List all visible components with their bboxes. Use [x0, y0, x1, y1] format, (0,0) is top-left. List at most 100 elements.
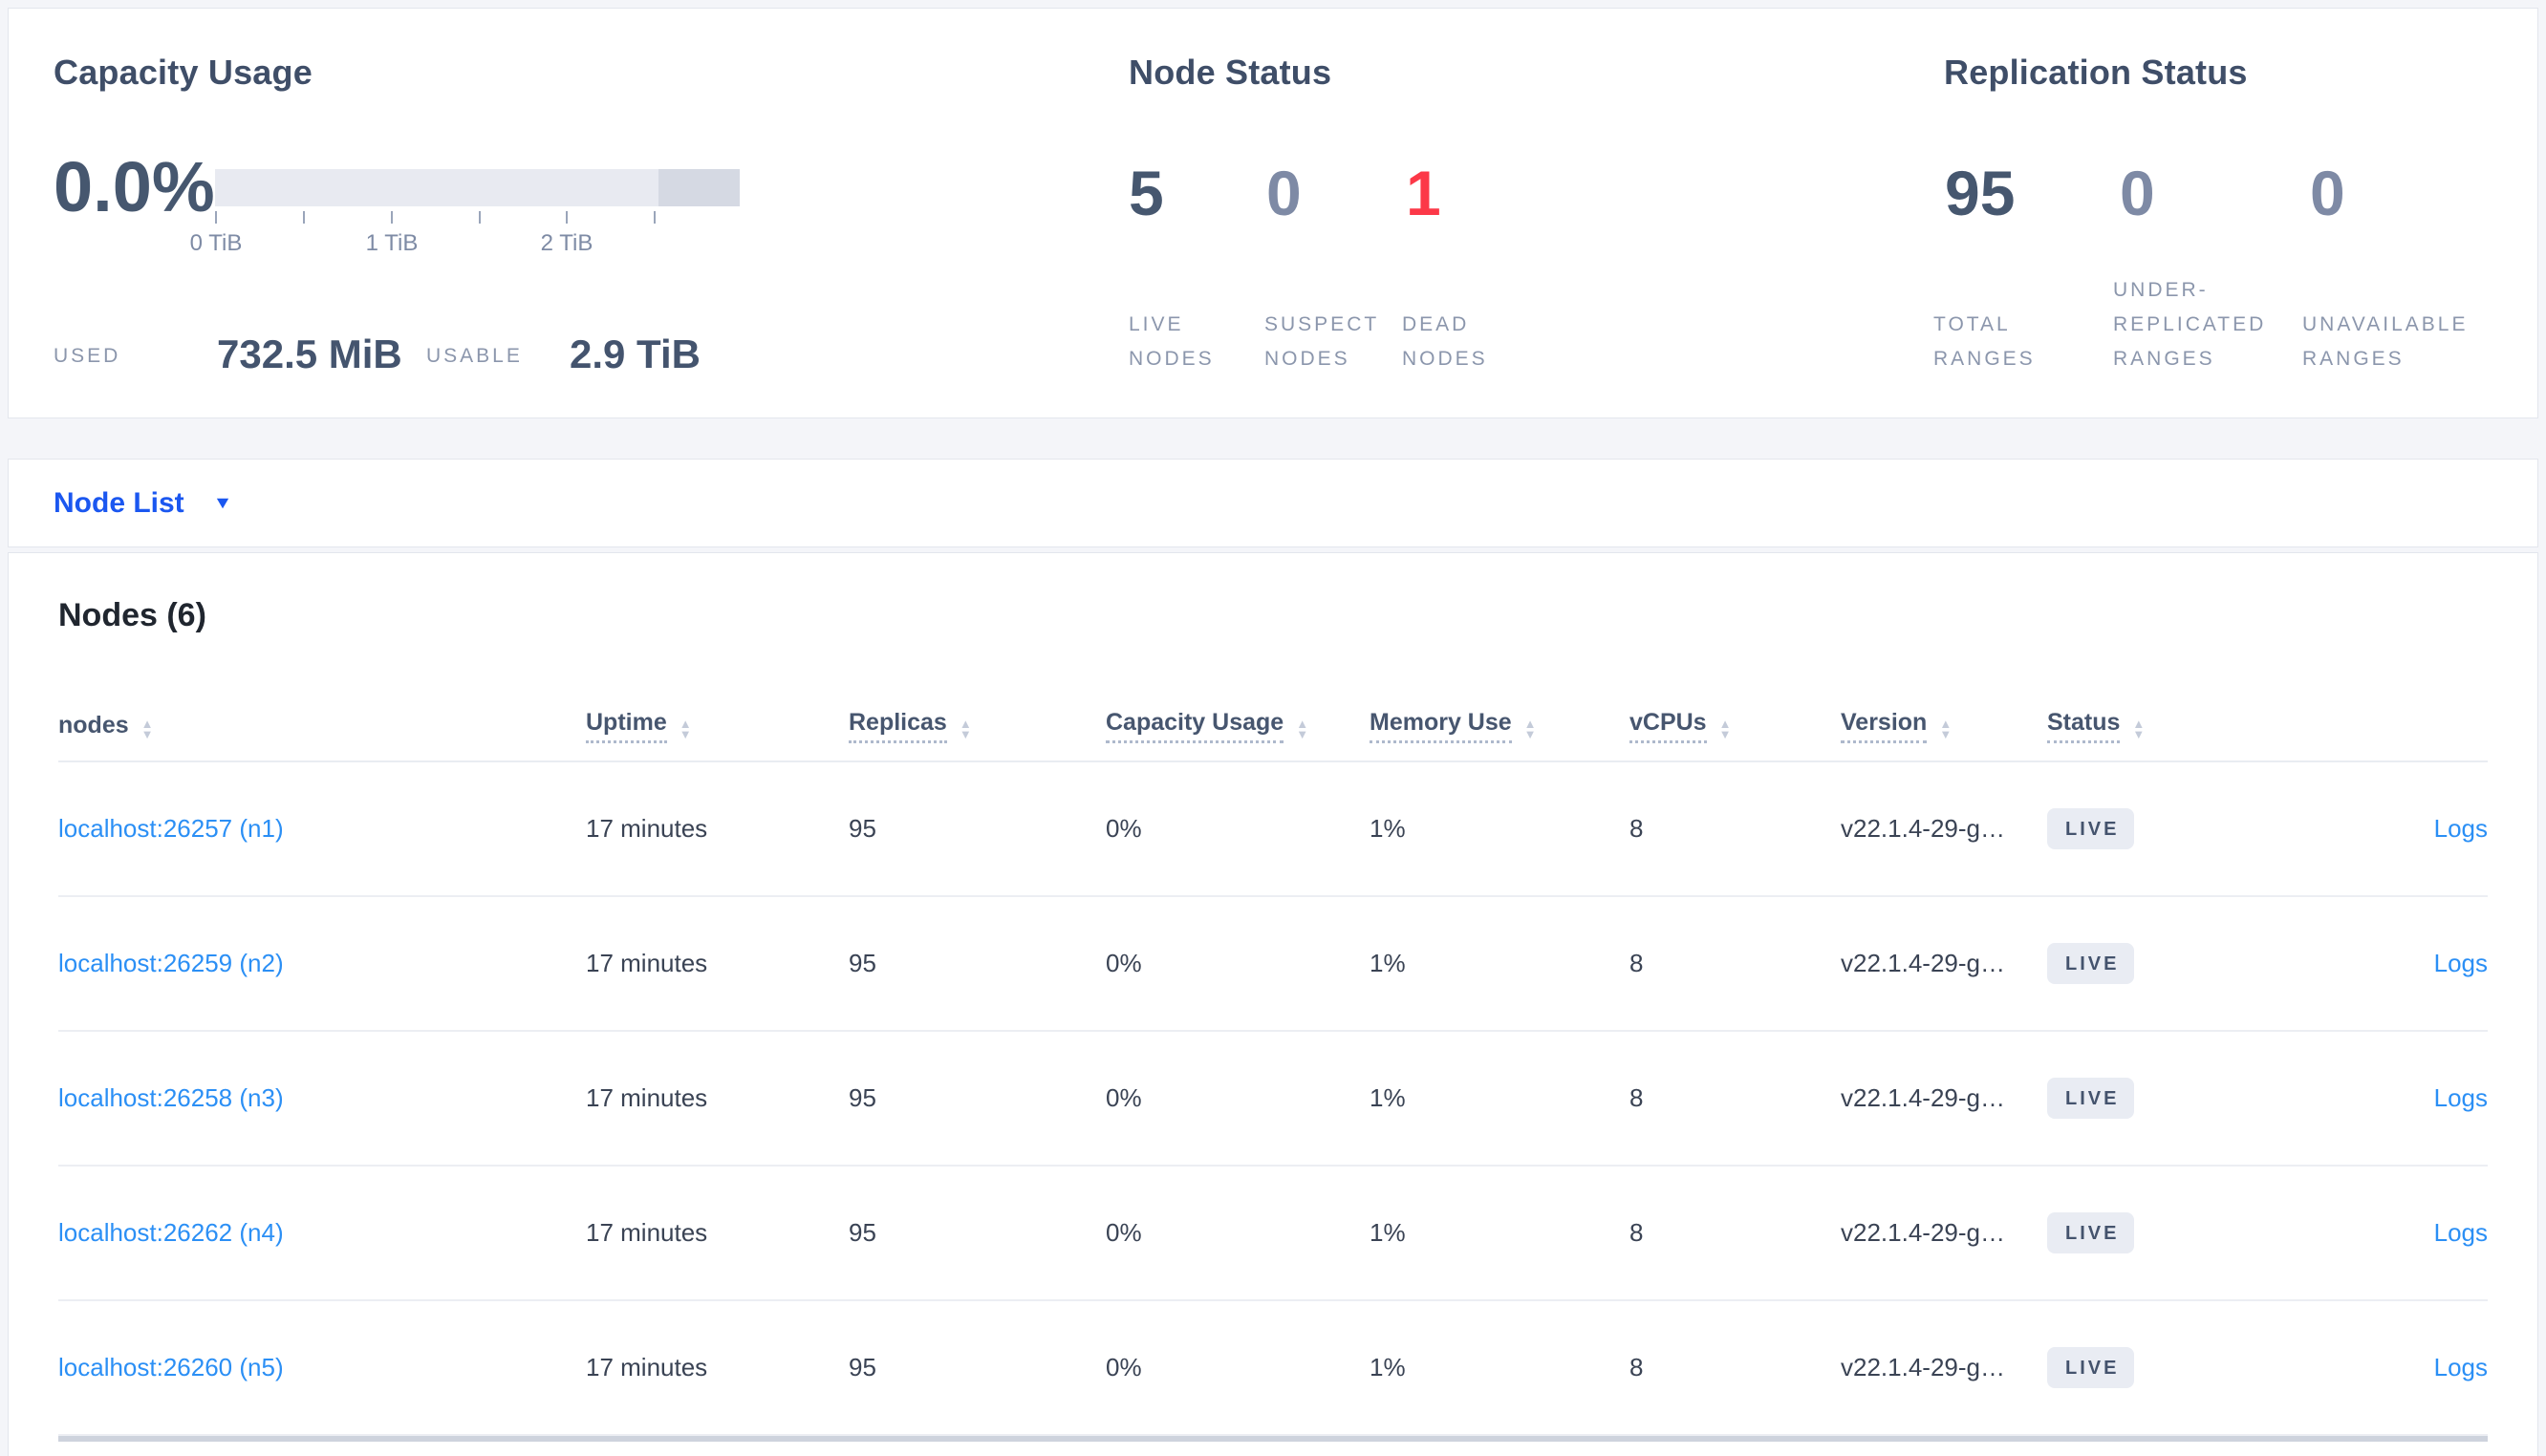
- capacity-tick-label: 2 TiB: [540, 230, 593, 256]
- version-cell: v22.1.4-29-g…: [1841, 1218, 2005, 1247]
- capacity-tick: [654, 211, 656, 224]
- capacity-cell: 0%: [1106, 1353, 1142, 1381]
- node-list-dropdown-label: Node List: [54, 486, 184, 519]
- status-cell: LIVE: [2047, 808, 2285, 849]
- replicas-cell: 95: [849, 1353, 876, 1381]
- capacity-tick: [215, 211, 217, 224]
- total-ranges-label: TOTAL RANGES: [1933, 313, 2036, 370]
- capacity-usage-title: Capacity Usage: [54, 53, 313, 92]
- status-badge: LIVE: [2047, 1078, 2135, 1119]
- sort-arrows-icon: ▲ ▼: [679, 717, 692, 741]
- used-label: USED: [54, 345, 121, 367]
- table-row: localhost:26260 (n5) 17 minutes 95 0% 1%…: [58, 1301, 2488, 1436]
- sort-arrows-icon: ▲ ▼: [1718, 717, 1732, 741]
- status-cell: LIVE: [2047, 1212, 2285, 1253]
- capacity-cell: 0%: [1106, 1218, 1142, 1247]
- table-row: localhost:26258 (n3) 17 minutes 95 0% 1%…: [58, 1032, 2488, 1167]
- node-status-title: Node Status: [1129, 53, 1332, 92]
- node-link[interactable]: localhost:26260 (n5): [58, 1353, 586, 1382]
- capacity-percent: 0.0%: [54, 147, 215, 226]
- uptime-cell: 17 minutes: [586, 814, 708, 843]
- under-replicated-ranges-label: UNDER- REPLICATED RANGES: [2113, 279, 2267, 370]
- table-row: localhost:26259 (n2) 17 minutes 95 0% 1%…: [58, 897, 2488, 1032]
- uptime-cell: 17 minutes: [586, 1083, 708, 1112]
- logs-link[interactable]: Logs: [2285, 814, 2488, 844]
- capacity-tick-label: 0 TiB: [189, 230, 243, 256]
- usable-label: USABLE: [426, 345, 523, 367]
- sort-arrows-icon: ▲ ▼: [1296, 717, 1309, 741]
- status-badge: LIVE: [2047, 1347, 2135, 1388]
- usable-value: 2.9 TiB: [570, 332, 701, 376]
- sort-arrows-icon: ▲ ▼: [959, 717, 972, 741]
- table-bottom-divider: [58, 1436, 2488, 1442]
- capacity-cell: 0%: [1106, 949, 1142, 977]
- vcpus-cell: 8: [1629, 949, 1644, 977]
- total-ranges-count: 95: [1945, 158, 2016, 228]
- version-cell: v22.1.4-29-g…: [1841, 1353, 2005, 1381]
- status-badge: LIVE: [2047, 943, 2135, 984]
- memory-cell: 1%: [1370, 1083, 1406, 1112]
- nodes-table-card: Nodes (6) nodes ▲ ▼ Uptime ▲ ▼ Replicas ▲ ▼…: [8, 552, 2538, 1456]
- unavailable-ranges-label: UNAVAILABLE RANGES: [2302, 313, 2469, 370]
- status-cell: LIVE: [2047, 943, 2285, 984]
- version-cell: v22.1.4-29-g…: [1841, 1083, 2005, 1112]
- column-header-uptime[interactable]: Uptime ▲ ▼: [586, 709, 849, 743]
- under-replicated-ranges-count: 0: [2120, 158, 2155, 228]
- node-link[interactable]: localhost:26257 (n1): [58, 814, 586, 844]
- sort-arrows-icon: ▲ ▼: [2132, 717, 2146, 741]
- status-badge: LIVE: [2047, 808, 2135, 849]
- capacity-bar: [215, 169, 740, 206]
- logs-link[interactable]: Logs: [2285, 1353, 2488, 1382]
- node-link[interactable]: localhost:26262 (n4): [58, 1218, 586, 1248]
- dead-nodes-count: 1: [1406, 158, 1441, 228]
- column-header-capacity-usage[interactable]: Capacity Usage ▲ ▼: [1106, 709, 1370, 743]
- table-row: localhost:26262 (n4) 17 minutes 95 0% 1%…: [58, 1167, 2488, 1301]
- sort-arrows-icon: ▲ ▼: [1939, 717, 1953, 741]
- logs-link[interactable]: Logs: [2285, 949, 2488, 978]
- capacity-cell: 0%: [1106, 1083, 1142, 1112]
- replicas-cell: 95: [849, 949, 876, 977]
- column-header-version[interactable]: Version ▲ ▼: [1841, 709, 2047, 743]
- node-link[interactable]: localhost:26258 (n3): [58, 1083, 586, 1113]
- used-value: 732.5 MiB: [217, 332, 402, 376]
- column-header-nodes[interactable]: nodes ▲ ▼: [58, 712, 586, 743]
- unavailable-ranges-count: 0: [2310, 158, 2345, 228]
- logs-link[interactable]: Logs: [2285, 1218, 2488, 1248]
- replicas-cell: 95: [849, 1083, 876, 1112]
- memory-cell: 1%: [1370, 949, 1406, 977]
- column-header-replicas[interactable]: Replicas ▲ ▼: [849, 709, 1106, 743]
- nodes-section-title: Nodes (6): [58, 597, 206, 633]
- version-cell: v22.1.4-29-g…: [1841, 814, 2005, 843]
- capacity-cell: 0%: [1106, 814, 1142, 843]
- column-header-vcpus[interactable]: vCPUs ▲ ▼: [1629, 709, 1841, 743]
- live-nodes-count: 5: [1129, 158, 1164, 228]
- suspect-nodes-count: 0: [1266, 158, 1302, 228]
- node-link[interactable]: localhost:26259 (n2): [58, 949, 586, 978]
- capacity-bar-reserved-segment: [658, 169, 740, 206]
- status-badge: LIVE: [2047, 1212, 2135, 1253]
- uptime-cell: 17 minutes: [586, 949, 708, 977]
- vcpus-cell: 8: [1629, 1218, 1644, 1247]
- suspect-nodes-label: SUSPECT NODES: [1264, 313, 1380, 370]
- memory-cell: 1%: [1370, 1353, 1406, 1381]
- chevron-down-icon: ▼: [212, 493, 233, 512]
- vcpus-cell: 8: [1629, 814, 1644, 843]
- capacity-tick: [566, 211, 568, 224]
- capacity-tick-label: 1 TiB: [365, 230, 419, 256]
- version-cell: v22.1.4-29-g…: [1841, 949, 2005, 977]
- table-header-row: nodes ▲ ▼ Uptime ▲ ▼ Replicas ▲ ▼ Capacity …: [58, 669, 2488, 762]
- column-header-status[interactable]: Status ▲ ▼: [2047, 709, 2285, 743]
- vcpus-cell: 8: [1629, 1353, 1644, 1381]
- replicas-cell: 95: [849, 1218, 876, 1247]
- node-list-dropdown[interactable]: Node List ▼: [8, 459, 2538, 547]
- table-row: localhost:26257 (n1) 17 minutes 95 0% 1%…: [58, 762, 2488, 897]
- memory-cell: 1%: [1370, 814, 1406, 843]
- status-cell: LIVE: [2047, 1078, 2285, 1119]
- uptime-cell: 17 minutes: [586, 1353, 708, 1381]
- live-nodes-label: LIVE NODES: [1129, 313, 1215, 370]
- replicas-cell: 95: [849, 814, 876, 843]
- status-cell: LIVE: [2047, 1347, 2285, 1388]
- column-header-memory-use[interactable]: Memory Use ▲ ▼: [1370, 709, 1629, 743]
- logs-link[interactable]: Logs: [2285, 1083, 2488, 1113]
- dead-nodes-label: DEAD NODES: [1402, 313, 1488, 370]
